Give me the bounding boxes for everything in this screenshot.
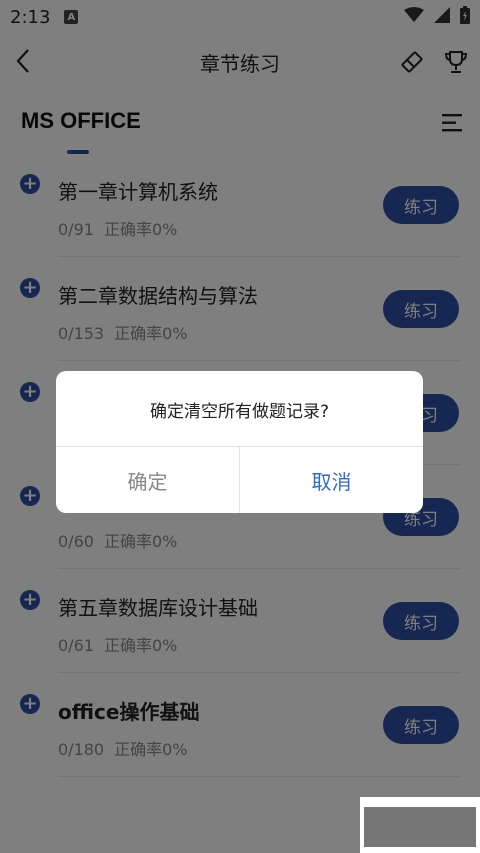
confirm-dialog: 确定清空所有做题记录? 确定 取消 [56,371,423,513]
thumbnail-image [364,807,476,847]
confirm-button[interactable]: 确定 [56,447,239,513]
floating-thumbnail [360,797,480,853]
dialog-message: 确定清空所有做题记录? [149,402,330,422]
cancel-button[interactable]: 取消 [240,447,423,513]
